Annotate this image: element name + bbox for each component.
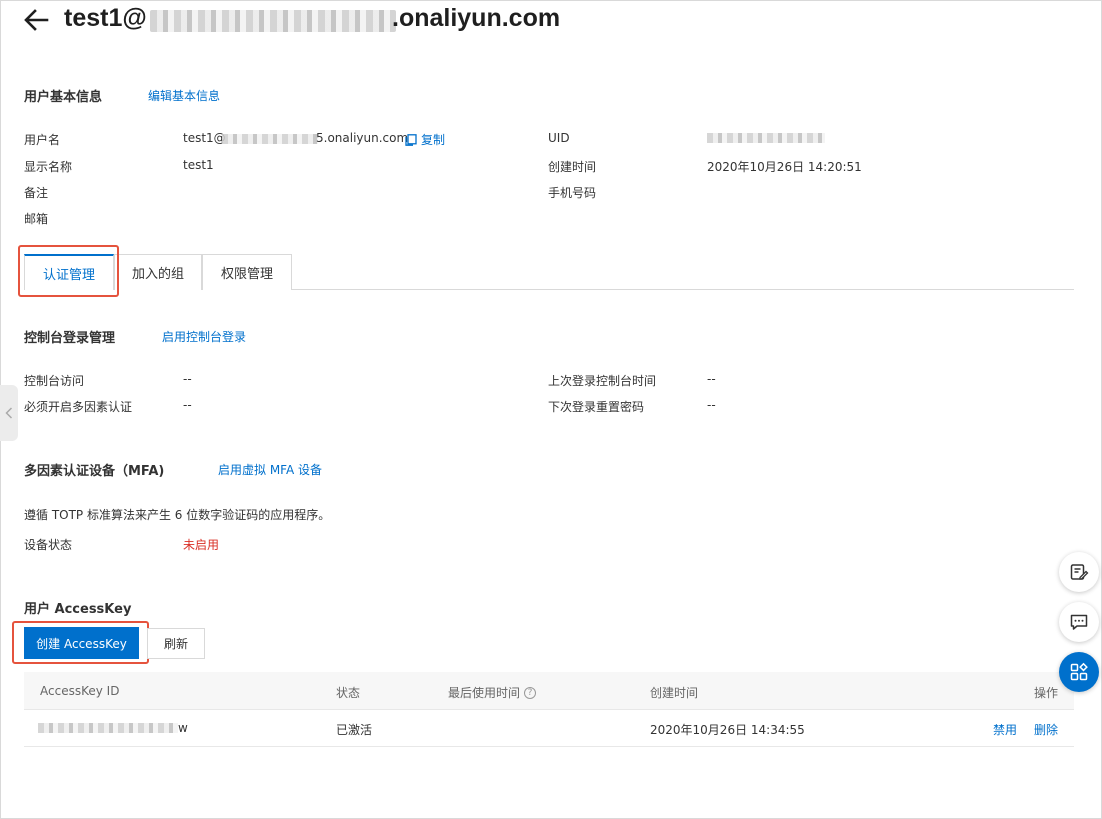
console-access-label: 控制台访问 <box>24 374 85 388</box>
col-actions: 操作 <box>1034 686 1059 700</box>
console-login-title: 控制台登录管理 <box>24 331 116 346</box>
email-label: 邮箱 <box>24 212 49 226</box>
device-status-label: 设备状态 <box>24 538 73 552</box>
delete-accesskey-link[interactable]: 删除 <box>1034 721 1058 738</box>
apps-button[interactable] <box>1059 652 1099 692</box>
edit-basic-info-link[interactable]: 编辑基本信息 <box>148 87 220 104</box>
feedback-button[interactable] <box>1059 552 1099 592</box>
created-time-value: 2020年10月26日 14:20:51 <box>707 160 862 174</box>
mfa-required-value: -- <box>183 398 192 412</box>
accesskey-id-suffix: w <box>178 721 188 735</box>
title-redacted-block <box>150 10 396 32</box>
refresh-button[interactable]: 刷新 <box>147 628 205 659</box>
uid-label: UID <box>548 131 570 145</box>
copy-icon <box>405 133 417 146</box>
mfa-description: 遵循 TOTP 标准算法来产生 6 位数字验证码的应用程序。 <box>24 508 331 522</box>
grid-apps-icon <box>1070 662 1088 681</box>
sidebar-collapse-handle[interactable] <box>0 385 18 441</box>
disable-accesskey-link[interactable]: 禁用 <box>993 721 1017 738</box>
uid-redacted-block <box>707 133 825 143</box>
accesskey-title: 用户 AccessKey <box>24 602 132 617</box>
username-label: 用户名 <box>24 133 61 147</box>
accesskey-created: 2020年10月26日 14:34:55 <box>650 723 805 737</box>
last-login-label: 上次登录控制台时间 <box>548 374 657 388</box>
col-last-used-label: 最后使用时间 <box>448 686 521 700</box>
console-access-value: -- <box>183 372 192 386</box>
col-created: 创建时间 <box>650 686 699 700</box>
copy-label: 复制 <box>421 133 446 147</box>
phone-label: 手机号码 <box>548 186 597 200</box>
tab-label: 权限管理 <box>220 267 273 282</box>
accesskey-id-redacted-block <box>38 723 178 733</box>
username-prefix: test1@ <box>183 131 226 145</box>
highlight-box-tab <box>18 245 119 297</box>
page-title-suffix: .onaliyun.com <box>392 4 561 32</box>
reset-password-value: -- <box>707 398 716 412</box>
enable-console-login-link[interactable]: 启用控制台登录 <box>162 328 246 345</box>
highlight-box-create <box>12 621 149 664</box>
username-suffix: 5.onaliyun.com <box>316 131 409 145</box>
remark-label: 备注 <box>24 186 49 200</box>
col-accesskey-id: AccessKey ID <box>40 684 120 698</box>
page-title-prefix: test1@ <box>64 4 147 32</box>
display-name-label: 显示名称 <box>24 160 73 174</box>
chat-button[interactable] <box>1059 602 1099 642</box>
display-name-value: test1 <box>183 158 214 172</box>
reset-password-label: 下次登录重置密码 <box>548 400 645 414</box>
col-last-used: 最后使用时间 ? <box>448 684 537 701</box>
accesskey-status: 已激活 <box>336 723 373 737</box>
enable-virtual-mfa-link[interactable]: 启用虚拟 MFA 设备 <box>218 461 322 478</box>
device-status-value: 未启用 <box>183 538 220 552</box>
tab-joined-groups[interactable]: 加入的组 <box>114 254 202 290</box>
created-time-label: 创建时间 <box>548 160 597 174</box>
basic-info-title: 用户基本信息 <box>24 90 103 105</box>
edit-document-icon <box>1070 564 1089 580</box>
col-status: 状态 <box>336 686 361 700</box>
tab-label: 加入的组 <box>131 267 184 282</box>
username-redacted-block <box>222 134 318 144</box>
question-circle-icon[interactable]: ? <box>524 686 537 699</box>
copy-username-button[interactable]: 复制 <box>405 131 445 148</box>
mfa-required-label: 必须开启多因素认证 <box>24 400 133 414</box>
last-login-value: -- <box>707 372 716 386</box>
tab-permission-management[interactable]: 权限管理 <box>202 254 292 290</box>
back-arrow-icon[interactable] <box>22 6 50 34</box>
refresh-label: 刷新 <box>163 637 188 651</box>
accesskey-table-header <box>24 672 1074 710</box>
chat-bubble-icon <box>1070 614 1088 630</box>
chevron-left-icon <box>5 407 13 419</box>
mfa-title: 多因素认证设备（MFA) <box>24 464 165 479</box>
